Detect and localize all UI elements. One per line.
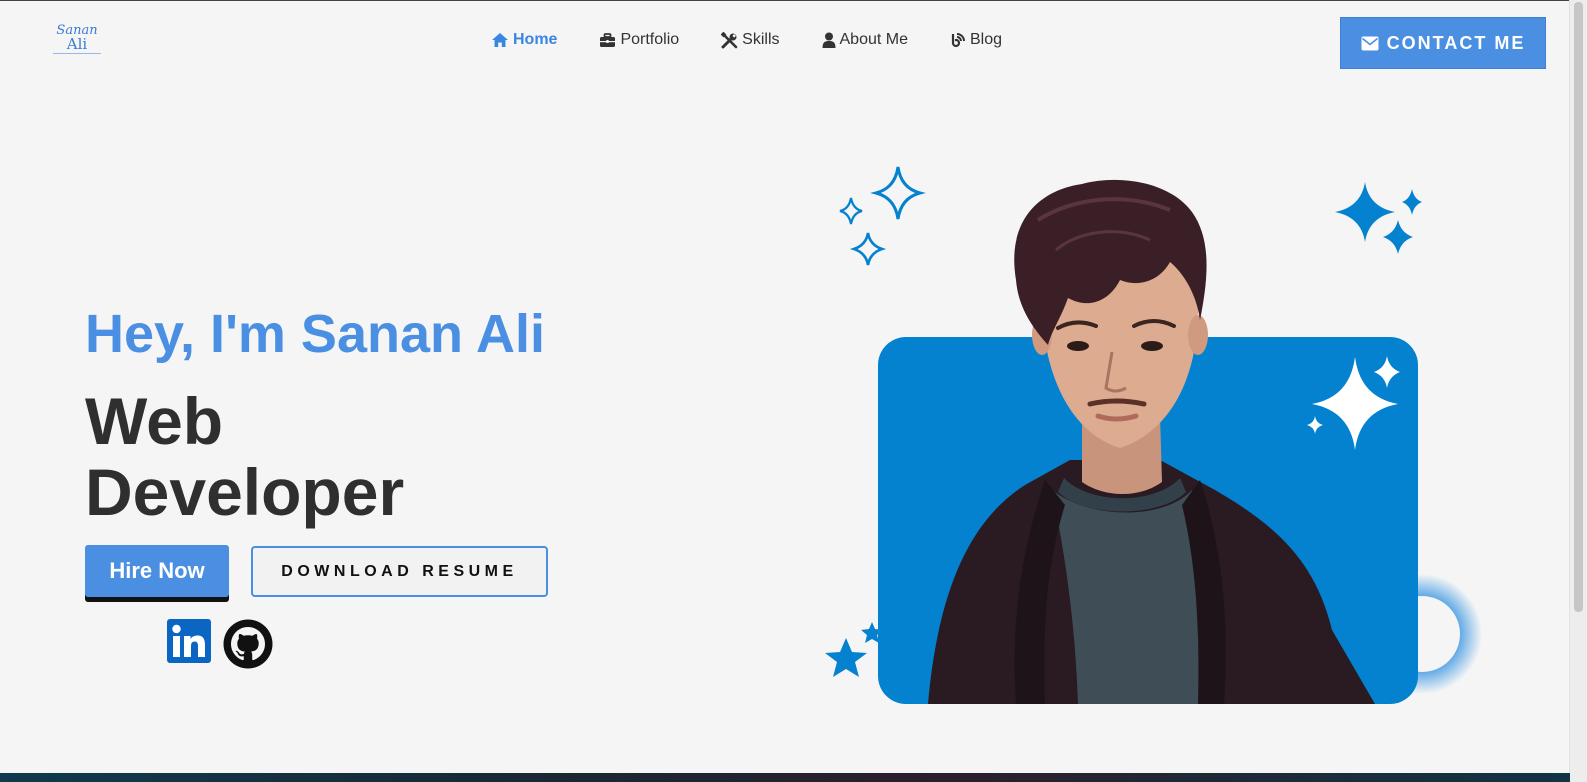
hero-role-line-1: Web bbox=[85, 384, 224, 458]
nav-label-portfolio: Portfolio bbox=[620, 31, 680, 48]
nav-item-home[interactable]: Home bbox=[491, 31, 557, 49]
logo-tagline bbox=[53, 53, 101, 59]
contact-me-label: CONTACT ME bbox=[1386, 32, 1526, 53]
nav-item-blog[interactable]: Blog bbox=[950, 31, 1002, 49]
star-icon bbox=[825, 622, 883, 677]
github-icon[interactable] bbox=[223, 619, 273, 669]
next-section-edge bbox=[0, 773, 1570, 782]
envelope-icon bbox=[1361, 36, 1379, 50]
linkedin-icon[interactable] bbox=[167, 619, 211, 663]
sparkle-outline-icon bbox=[839, 166, 926, 266]
nav-label-home: Home bbox=[513, 31, 558, 48]
nav-item-skills[interactable]: Skills bbox=[721, 31, 780, 49]
main-nav: Home Portfolio Skills About Me Blog bbox=[491, 31, 1044, 49]
contact-me-button[interactable]: CONTACT ME bbox=[1340, 17, 1546, 69]
hero-illustration bbox=[825, 166, 1482, 704]
download-resume-button[interactable]: DOWNLOAD RESUME bbox=[251, 546, 548, 597]
nav-label-blog: Blog bbox=[969, 31, 1003, 48]
tools-icon bbox=[721, 31, 738, 48]
nav-item-portfolio[interactable]: Portfolio bbox=[599, 31, 679, 49]
logo-line-2: Ali bbox=[66, 35, 88, 53]
hero-role: Web Developer bbox=[85, 386, 404, 528]
nav-label-skills: Skills bbox=[742, 31, 780, 48]
home-icon bbox=[492, 33, 508, 47]
site-logo[interactable]: Sanan Ali bbox=[53, 24, 101, 60]
hero-greeting: Hey, I'm Sanan Ali bbox=[85, 304, 545, 364]
user-icon bbox=[822, 32, 835, 48]
briefcase-icon bbox=[600, 32, 616, 47]
blog-icon bbox=[951, 33, 965, 48]
hero-role-line-2: Developer bbox=[85, 455, 405, 529]
window-top-border bbox=[0, 0, 1587, 1]
scrollbar-thumb[interactable] bbox=[1574, 2, 1583, 612]
nav-item-about[interactable]: About Me bbox=[822, 31, 908, 49]
hire-now-button[interactable]: Hire Now bbox=[85, 545, 229, 597]
nav-label-about: About Me bbox=[839, 31, 908, 48]
sparkle-filled-icon bbox=[1335, 182, 1422, 254]
vertical-scrollbar[interactable] bbox=[1569, 0, 1587, 782]
